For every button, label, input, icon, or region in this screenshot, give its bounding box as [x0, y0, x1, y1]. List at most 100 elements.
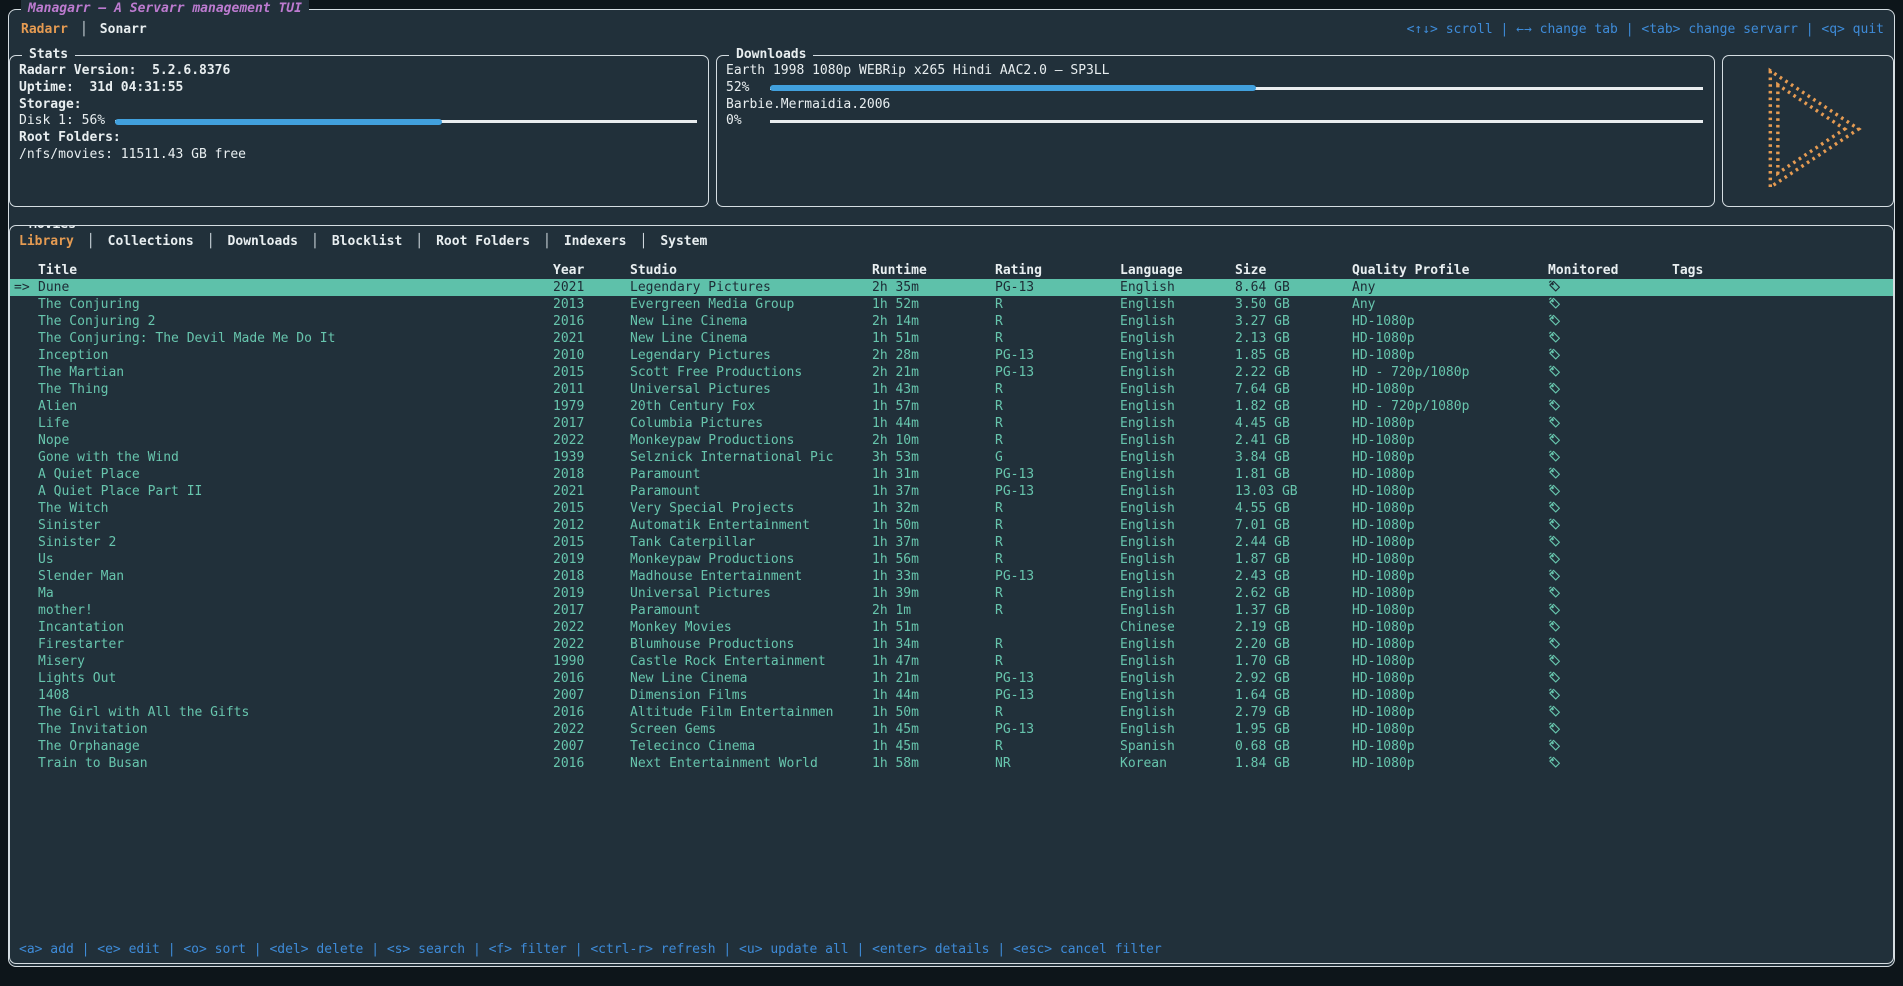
stats-uptime-value: 31d 04:31:55 [89, 80, 183, 95]
cell-language: English [1120, 483, 1235, 500]
table-row[interactable]: The Witch2015Very Special Projects1h 32m… [10, 500, 1893, 517]
cell-language: English [1120, 500, 1235, 517]
cell-language: English [1120, 534, 1235, 551]
table-row[interactable]: Us2019Monkeypaw Productions1h 56mREnglis… [10, 551, 1893, 568]
table-row[interactable]: Inception2010Legendary Pictures2h 28mPG-… [10, 347, 1893, 364]
table-row[interactable]: Lights Out2016New Line Cinema1h 21mPG-13… [10, 670, 1893, 687]
monitored-tag-icon [1548, 500, 1672, 517]
movies-tab-collections[interactable]: Collections [108, 234, 194, 249]
cell-runtime: 2h 10m [872, 432, 995, 449]
cell-year: 2010 [553, 347, 630, 364]
table-row[interactable]: Misery1990Castle Rock Entertainment1h 47… [10, 653, 1893, 670]
selection-marker [10, 534, 38, 551]
cell-studio: New Line Cinema [630, 670, 872, 687]
cell-studio: Selznick International Pic [630, 449, 872, 466]
cell-runtime: 1h 32m [872, 500, 995, 517]
selection-marker [10, 653, 38, 670]
cell-language: English [1120, 398, 1235, 415]
monitored-tag-icon [1548, 398, 1672, 415]
table-row[interactable]: mother!2017Paramount2h 1mREnglish1.37 GB… [10, 602, 1893, 619]
monitored-tag-icon [1548, 687, 1672, 704]
cell-size: 2.62 GB [1235, 585, 1352, 602]
movies-tab-system[interactable]: System [660, 234, 707, 249]
cell-language: English [1120, 721, 1235, 738]
selection-marker [10, 568, 38, 585]
selection-marker [10, 619, 38, 636]
movies-tab-downloads[interactable]: Downloads [228, 234, 298, 249]
cell-quality_profile: HD-1080p [1352, 534, 1548, 551]
table-row[interactable]: Sinister 22015Tank Caterpillar1h 37mREng… [10, 534, 1893, 551]
table-row[interactable]: Gone with the Wind1939Selznick Internati… [10, 449, 1893, 466]
cell-year: 2022 [553, 432, 630, 449]
cell-language: English [1120, 636, 1235, 653]
stats-storage-label: Storage: [19, 97, 699, 114]
cell-quality_profile: HD-1080p [1352, 483, 1548, 500]
servarr-tab-radarr[interactable]: Radarr [21, 22, 68, 37]
table-row[interactable]: The Girl with All the Gifts2016Altitude … [10, 704, 1893, 721]
app-frame: Managarr – A Servarr management TUI Rada… [8, 9, 1895, 967]
selection-marker [10, 517, 38, 534]
table-row[interactable]: A Quiet Place Part II2021Paramount1h 37m… [10, 483, 1893, 500]
cell-runtime: 1h 45m [872, 721, 995, 738]
tab-separator: │ [639, 234, 647, 249]
cell-tags [1672, 279, 1893, 296]
cell-title: Train to Busan [38, 755, 553, 772]
cell-studio: Monkeypaw Productions [630, 551, 872, 568]
cell-runtime: 1h 51m [872, 330, 995, 347]
cell-year: 2015 [553, 500, 630, 517]
table-row[interactable]: Incantation2022Monkey Movies1h 51mChines… [10, 619, 1893, 636]
cell-year: 1979 [553, 398, 630, 415]
table-row[interactable]: Ma2019Universal Pictures1h 39mREnglish2.… [10, 585, 1893, 602]
table-row[interactable]: The Conjuring2013Evergreen Media Group1h… [10, 296, 1893, 313]
monitored-tag-icon [1548, 619, 1672, 636]
cell-year: 2007 [553, 738, 630, 755]
table-row[interactable]: The Conjuring: The Devil Made Me Do It20… [10, 330, 1893, 347]
table-row[interactable]: Sinister2012Automatik Entertainment1h 50… [10, 517, 1893, 534]
cell-year: 2016 [553, 313, 630, 330]
movies-tab-library[interactable]: Library [19, 234, 74, 249]
cell-title: The Conjuring: The Devil Made Me Do It [38, 330, 553, 347]
monitored-tag-icon [1548, 279, 1672, 296]
cell-rating: R [995, 381, 1120, 398]
table-row[interactable]: Nope2022Monkeypaw Productions2h 10mREngl… [10, 432, 1893, 449]
monitored-tag-icon [1548, 670, 1672, 687]
movies-tab-indexers[interactable]: Indexers [564, 234, 627, 249]
cell-year: 2021 [553, 483, 630, 500]
table-row[interactable]: Train to Busan2016Next Entertainment Wor… [10, 755, 1893, 772]
cell-quality_profile: HD-1080p [1352, 313, 1548, 330]
table-row[interactable]: Life2017Columbia Pictures1h 44mREnglish4… [10, 415, 1893, 432]
cell-rating: R [995, 534, 1120, 551]
table-row[interactable]: A Quiet Place2018Paramount1h 31mPG-13Eng… [10, 466, 1893, 483]
cell-tags [1672, 755, 1893, 772]
download-item-progress: 0% [726, 113, 1705, 130]
cell-quality_profile: HD-1080p [1352, 517, 1548, 534]
selection-marker [10, 296, 38, 313]
cell-size: 2.92 GB [1235, 670, 1352, 687]
column-header-studio: Studio [630, 262, 872, 279]
table-row[interactable]: 14082007Dimension Films1h 44mPG-13Englis… [10, 687, 1893, 704]
cell-title: The Witch [38, 500, 553, 517]
table-row[interactable]: Firestarter2022Blumhouse Productions1h 3… [10, 636, 1893, 653]
cell-studio: Legendary Pictures [630, 279, 872, 296]
table-row[interactable]: The Thing2011Universal Pictures1h 43mREn… [10, 381, 1893, 398]
cell-size: 7.01 GB [1235, 517, 1352, 534]
table-row[interactable]: The Invitation2022Screen Gems1h 45mPG-13… [10, 721, 1893, 738]
table-row[interactable]: Slender Man2018Madhouse Entertainment1h … [10, 568, 1893, 585]
table-row[interactable]: The Orphanage2007Telecinco Cinema1h 45mR… [10, 738, 1893, 755]
tab-separator: │ [415, 234, 423, 249]
stats-root-folder-value: /nfs/movies: 11511.43 GB free [19, 147, 699, 164]
table-row[interactable]: The Conjuring 22016New Line Cinema2h 14m… [10, 313, 1893, 330]
tab-separator: │ [207, 234, 215, 249]
movies-tab-root-folders[interactable]: Root Folders [436, 234, 530, 249]
selection-marker [10, 364, 38, 381]
cell-title: The Conjuring 2 [38, 313, 553, 330]
cell-rating: PG-13 [995, 670, 1120, 687]
cell-size: 1.85 GB [1235, 347, 1352, 364]
table-row[interactable]: Alien197920th Century Fox1h 57mREnglish1… [10, 398, 1893, 415]
servarr-tab-sonarr[interactable]: Sonarr [100, 22, 147, 37]
table-row[interactable]: =>Dune2021Legendary Pictures2h 35mPG-13E… [10, 279, 1893, 296]
cell-runtime: 2h 14m [872, 313, 995, 330]
cell-studio: Universal Pictures [630, 585, 872, 602]
movies-tab-blocklist[interactable]: Blocklist [332, 234, 402, 249]
table-row[interactable]: The Martian2015Scott Free Productions2h … [10, 364, 1893, 381]
